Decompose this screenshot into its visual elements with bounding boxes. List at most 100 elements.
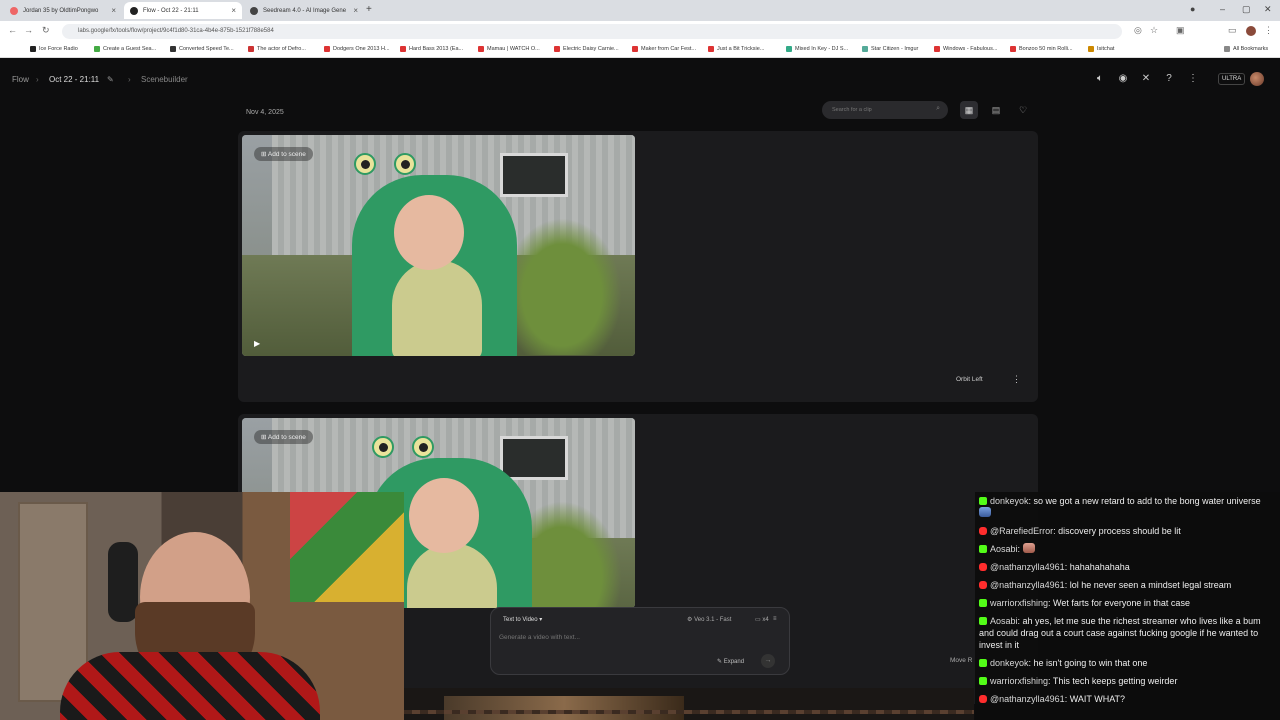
bookmark-favicon-icon [1010,46,1016,52]
favorites-icon[interactable]: ♡ [1014,101,1032,119]
tab-favicon-icon [10,6,18,15]
window-close-icon[interactable]: ✕ [1264,4,1272,15]
clip-card[interactable]: ⊞ Add to scene ▶ Orbit Left ⋮ [238,131,1038,402]
chevron-right-icon: › [128,75,131,84]
play-icon[interactable]: ▶ [254,339,260,348]
bookmark-item[interactable]: Dodgers One 2013 H... [324,46,390,52]
bookmark-favicon-icon [248,46,254,52]
bookmark-item[interactable]: Just a Bit Tricksie... [708,46,764,52]
bookmark-item[interactable]: Mixed In Key - DJ S... [786,46,848,52]
add-to-scene-button[interactable]: ⊞ Add to scene [254,430,313,444]
browser-tab-active[interactable]: Flow - Oct 22 - 21:11 × [124,2,242,19]
bookmark-favicon-icon [400,46,406,52]
grid-view-icon[interactable]: ▦ [960,101,978,119]
search-placeholder: Search for a clip [832,107,872,113]
chat-message: @nathanzylla4961: WAIT WHAT? [979,693,1272,705]
more-vert-icon[interactable]: ⋮ [1012,374,1021,385]
breadcrumb-project[interactable]: Oct 22 - 21:11 [49,75,99,84]
avatar[interactable] [1250,72,1264,86]
app-header: Flow › Oct 22 - 21:11 ✎ › Scenebuilder 🔈… [0,58,1280,102]
maximize-icon[interactable]: ▢ [1242,4,1251,15]
chat-username: donkeyok [990,658,1029,668]
output-count[interactable]: ▭ x4 [755,616,769,623]
chat-username: @nathanzylla4961 [990,694,1065,704]
bookmark-item[interactable]: Hard Bass 2013 (Ea... [400,46,463,52]
bookmark-item[interactable]: Bonzoo 50 min Rolli... [1010,46,1073,52]
back-icon[interactable]: ← [8,25,17,35]
profile-dot-icon[interactable]: ● [1190,4,1195,14]
browser-tab[interactable]: Jordan 35 by OldtimPongwo × [4,2,122,19]
prompt-input[interactable] [499,634,699,641]
aspect-icon: ▭ [755,617,761,623]
new-tab-icon[interactable]: + [366,4,372,15]
close-icon[interactable]: × [111,6,116,15]
add-to-scene-button[interactable]: ⊞ Add to scene [254,147,313,161]
bookmark-item-all[interactable]: All Bookmarks [1224,46,1268,52]
bookmark-item[interactable]: Windows - Fabulous... [934,46,997,52]
mode-select[interactable]: Text to Video ▾ [503,616,542,623]
model-select[interactable]: ⚙ Veo 3.1 - Fast [687,616,731,623]
forward-icon[interactable]: → [24,25,33,35]
bookmark-item[interactable]: Star Citizen - Imgur [862,46,918,52]
volume-icon[interactable]: 🔈︎ [1093,72,1107,86]
clip-thumbnail[interactable]: ⊞ Add to scene ▶ [242,135,635,356]
close-icon[interactable]: × [231,6,236,15]
bookmark-favicon-icon [554,46,560,52]
bookmark-star-icon[interactable]: ☆ [1150,25,1158,36]
browser-tab[interactable]: Seedream 4.0 - AI Image Gene × [244,2,364,19]
close-icon[interactable]: × [353,6,358,15]
chat-overlay: donkeyok: so we got a new retard to add … [975,492,1280,720]
chat-text: so we got a new retard to add to the bon… [1033,496,1261,506]
bookmark-item[interactable]: Ice Force Radio [30,46,78,52]
expand-button[interactable]: ✎ Expand [717,658,744,665]
chat-message: @RarefiedError: discovery process should… [979,525,1272,537]
more-vert-icon[interactable]: ⋮ [1186,72,1200,86]
bookmark-item[interactable]: The actor of Defro... [248,46,306,52]
discord-icon[interactable]: ◉ [1116,72,1130,86]
profile-avatar[interactable] [1246,26,1256,36]
list-view-icon[interactable]: ▤ [987,101,1005,119]
bookmark-favicon-icon [1088,46,1094,52]
tune-icon[interactable]: ≡ [773,616,777,622]
extensions-puzzle-icon[interactable]: ▣ [1176,25,1185,36]
breadcrumb-page[interactable]: Scenebuilder [141,75,188,84]
pencil-icon: ✎ [717,659,723,665]
tab-favicon-icon [250,6,258,15]
bookmark-item[interactable]: Mamau | WATCH O... [478,46,540,52]
chat-text: WAIT WHAT? [1069,694,1126,704]
tab-title: Jordan 35 by OldtimPongwo [23,7,99,14]
bookmark-item[interactable]: Converted Speed Te... [170,46,234,52]
chat-username: warriorxfishing [990,676,1049,686]
x-icon[interactable]: ✕ [1139,72,1153,86]
bookmark-item[interactable]: Isitchat [1088,46,1114,52]
tab-title: Seedream 4.0 - AI Image Gene [263,7,347,14]
help-icon[interactable]: ? [1162,72,1176,86]
browser-menu-icon[interactable]: ⋮ [1264,25,1273,36]
minimize-icon[interactable]: – [1220,4,1225,14]
clip-label: Move R [950,657,973,664]
extension-icon[interactable]: ◎ [1134,25,1142,36]
edit-pencil-icon[interactable]: ✎ [107,75,114,84]
tab-title: Flow - Oct 22 - 21:11 [143,7,199,14]
bookmark-favicon-icon [632,46,638,52]
bookmark-item[interactable]: Maker from Car Fest... [632,46,696,52]
cast-icon[interactable]: ▭ [1228,25,1237,36]
breadcrumb-root[interactable]: Flow [12,75,29,84]
bookmark-favicon-icon [170,46,176,52]
bookmark-favicon-icon [708,46,714,52]
chat-text: This tech keeps getting weirder [1052,676,1178,686]
kick-icon [979,659,987,667]
bookmark-item[interactable]: Create a Guest Sea... [94,46,156,52]
send-icon[interactable]: → [761,654,775,668]
youtube-icon [979,581,987,589]
chat-username: donkeyok [990,496,1029,506]
reload-icon[interactable]: ↻ [42,25,50,36]
browser-tab-strip: Jordan 35 by OldtimPongwo × Flow - Oct 2… [0,0,1280,21]
chat-message: Aosabi: [979,543,1272,555]
chat-username: Aosabi [990,544,1018,554]
search-input[interactable]: Search for a clip ⌕ [822,101,948,119]
bookmark-item[interactable]: Electric Daisy Carnie... [554,46,619,52]
kick-icon [979,545,987,553]
folder-icon [1224,46,1230,52]
url-field[interactable]: labs.google/fx/tools/flow/project/9c4f1d… [62,24,1122,39]
